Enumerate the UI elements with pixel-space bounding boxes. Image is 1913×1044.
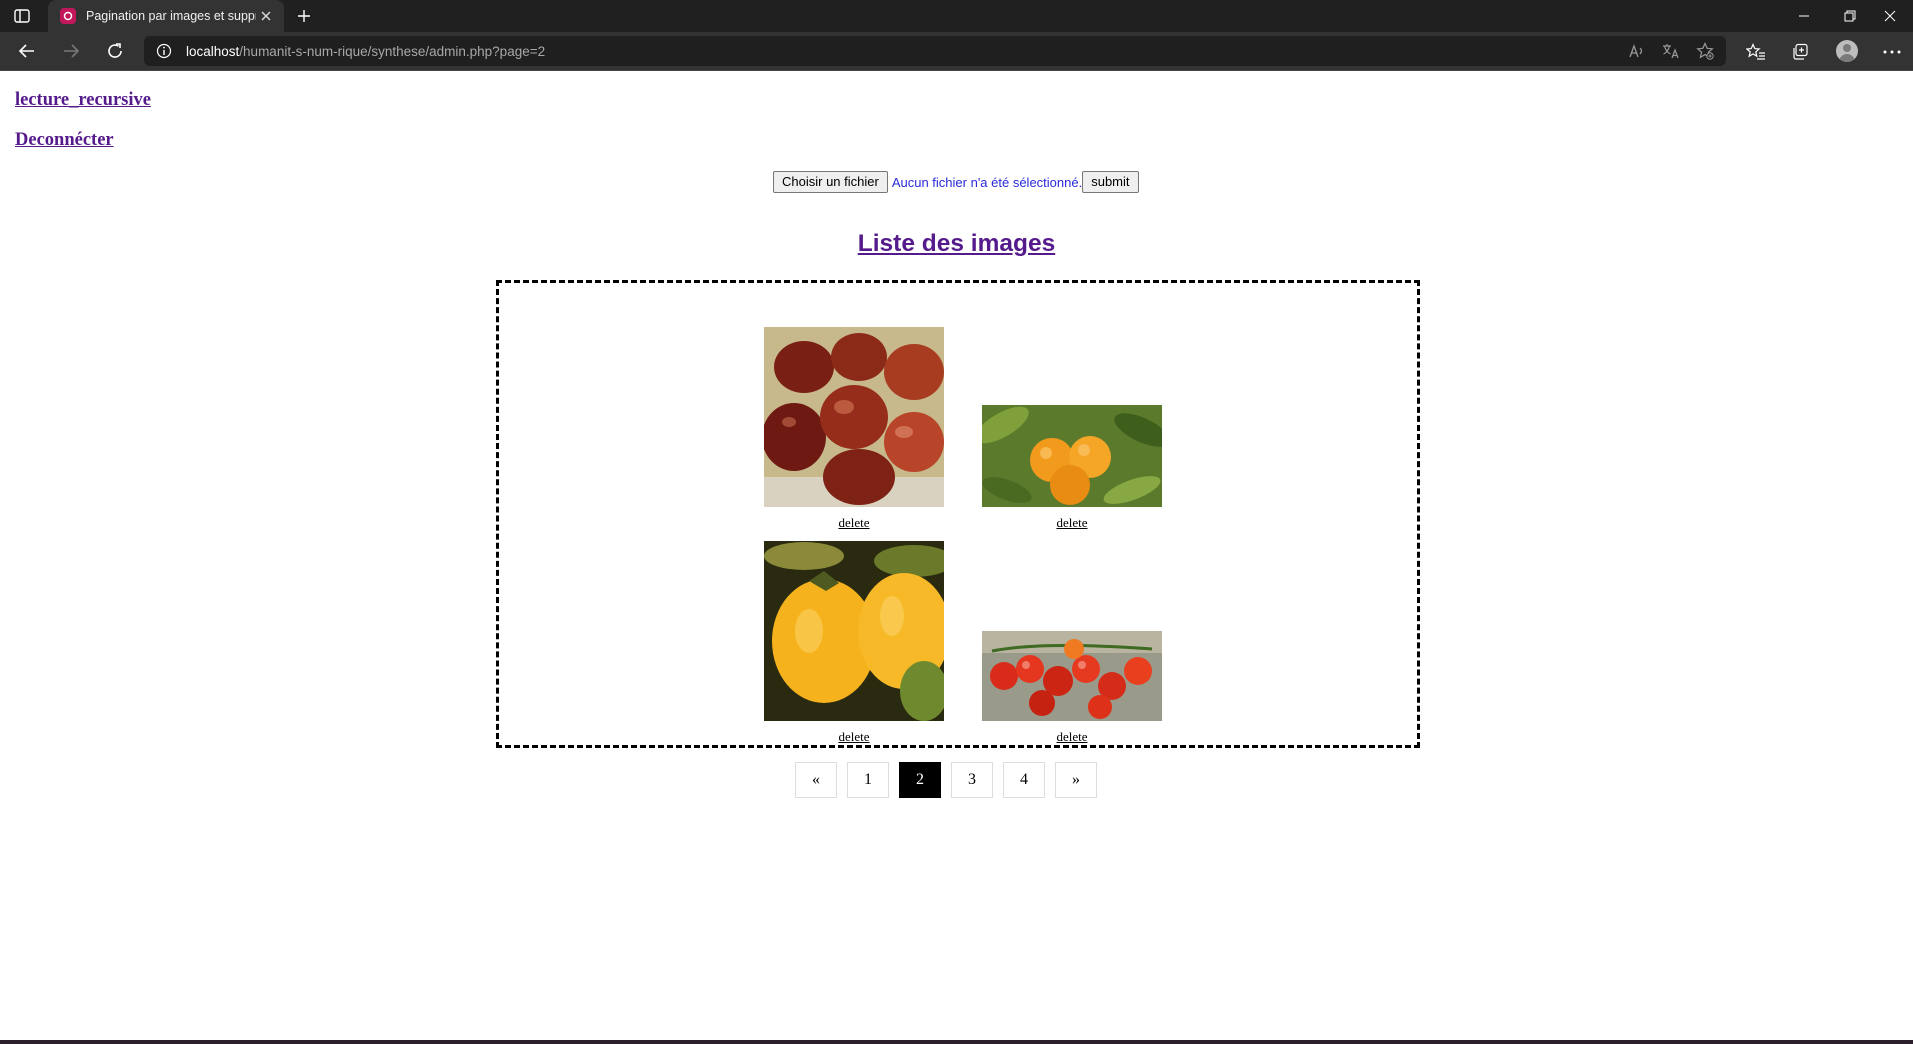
delete-image-3-link[interactable]: delete bbox=[824, 729, 884, 745]
gallery-image-oranges bbox=[982, 405, 1162, 507]
page-title-text[interactable]: Liste des images bbox=[858, 230, 1055, 257]
new-tab-icon[interactable] bbox=[294, 6, 314, 26]
address-bar[interactable]: localhost/humanit-s-num-rique/synthese/a… bbox=[144, 36, 1726, 66]
upload-form: Choisir un fichier Aucun fichier n'a été… bbox=[773, 171, 1139, 193]
submit-button[interactable]: submit bbox=[1082, 171, 1139, 193]
tab-title: Pagination par images et suppression bbox=[86, 9, 256, 23]
gallery-image-jujubes bbox=[764, 327, 944, 507]
url-path: /humanit-s-num-rique/synthese/admin.php?… bbox=[239, 43, 546, 59]
browser-tab-active[interactable]: Pagination par images et suppression bbox=[48, 0, 284, 32]
delete-image-1-link[interactable]: delete bbox=[824, 515, 884, 531]
logout-link[interactable]: Deconnécter bbox=[15, 130, 114, 151]
delete-image-2-link[interactable]: delete bbox=[1042, 515, 1102, 531]
close-tab-icon[interactable] bbox=[258, 8, 274, 24]
lecture-recursive-link[interactable]: lecture_recursive bbox=[15, 90, 151, 111]
read-aloud-icon[interactable] bbox=[1628, 42, 1646, 60]
translate-icon[interactable] bbox=[1662, 42, 1680, 60]
taskbar-edge bbox=[0, 1040, 1913, 1044]
tab-actions-icon[interactable] bbox=[12, 7, 32, 25]
gallery-image-persimmons bbox=[764, 541, 944, 721]
site-info-icon[interactable] bbox=[156, 43, 172, 59]
more-options-icon[interactable] bbox=[1882, 42, 1902, 62]
collections-icon[interactable] bbox=[1790, 42, 1810, 62]
pagination-page-2-current[interactable]: 2 bbox=[899, 762, 941, 798]
pagination-prev[interactable]: « bbox=[795, 762, 837, 798]
page-favicon-icon bbox=[60, 8, 76, 24]
refresh-icon[interactable] bbox=[101, 37, 129, 65]
close-window-icon[interactable] bbox=[1867, 0, 1913, 32]
add-favorite-icon[interactable] bbox=[1696, 42, 1714, 60]
browser-toolbar: localhost/humanit-s-num-rique/synthese/a… bbox=[0, 32, 1913, 71]
minimize-window-icon[interactable] bbox=[1781, 0, 1827, 32]
favorites-icon[interactable] bbox=[1746, 42, 1766, 62]
page-title: Liste des images bbox=[0, 230, 1913, 258]
choose-file-button[interactable]: Choisir un fichier bbox=[773, 171, 888, 193]
no-file-selected-text: Aucun fichier n'a été sélectionné. bbox=[891, 174, 1083, 190]
forward-arrow-icon[interactable] bbox=[57, 37, 85, 65]
pagination-page-3[interactable]: 3 bbox=[951, 762, 993, 798]
gallery-image-tomatoes bbox=[982, 631, 1162, 721]
profile-avatar[interactable] bbox=[1836, 40, 1858, 62]
url-text[interactable]: localhost/humanit-s-num-rique/synthese/a… bbox=[186, 44, 545, 59]
pagination-page-4[interactable]: 4 bbox=[1003, 762, 1045, 798]
url-host: localhost bbox=[186, 43, 240, 59]
delete-image-4-link[interactable]: delete bbox=[1042, 729, 1102, 745]
pagination-page-1[interactable]: 1 bbox=[847, 762, 889, 798]
pagination-next[interactable]: » bbox=[1055, 762, 1097, 798]
image-gallery: delete delete delete delete bbox=[496, 280, 1420, 748]
back-arrow-icon[interactable] bbox=[13, 37, 41, 65]
browser-title-bar: Pagination par images et suppression bbox=[0, 0, 1913, 32]
